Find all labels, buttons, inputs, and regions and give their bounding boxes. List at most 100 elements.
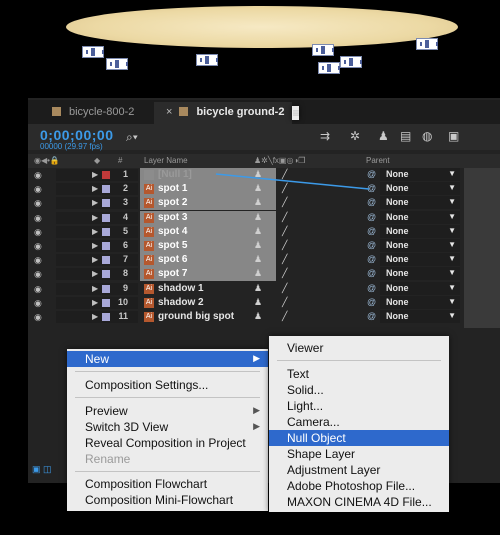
menu-item-composition-flowchart[interactable]: Composition Flowchart	[67, 476, 268, 492]
shy-switch-icon[interactable]: ♟	[254, 254, 262, 265]
layer-row[interactable]: ◉ ▶ 3 Ai spot 2 ♟ ╱ @ None ▼	[28, 196, 500, 211]
tab-menu-icon[interactable]: ≡	[292, 106, 300, 120]
layer-handle-marker[interactable]	[416, 38, 438, 50]
expand-triangle-icon[interactable]: ▶	[92, 213, 98, 222]
expand-triangle-icon[interactable]: ▶	[92, 241, 98, 250]
layer-handle-marker[interactable]	[318, 62, 340, 74]
eye-icon[interactable]: ◉	[34, 170, 44, 180]
tab-bicycle-800-2[interactable]: bicycle-800-2	[40, 102, 142, 124]
quality-switch-icon[interactable]: ╱	[282, 197, 287, 208]
parent-dropdown[interactable]: None ▼	[380, 295, 460, 309]
expand-triangle-icon[interactable]: ▶	[92, 269, 98, 278]
quality-switch-icon[interactable]: ╱	[282, 254, 287, 265]
comp-flowchart-icon[interactable]: ⇉	[320, 129, 330, 143]
menu-item-cinema4d-file[interactable]: MAXON CINEMA 4D File...	[269, 494, 449, 510]
shy-switch-icon[interactable]: ♟	[254, 283, 262, 294]
shy-switch-icon[interactable]: ♟	[254, 169, 262, 180]
pickwhip-icon[interactable]: @	[367, 240, 376, 250]
parent-dropdown[interactable]: None ▼	[380, 182, 460, 196]
menu-item-shape-layer[interactable]: Shape Layer	[269, 446, 449, 462]
layer-row[interactable]: ◉ ▶ 4 Ai spot 3 ♟ ╱ @ None ▼	[28, 210, 500, 225]
layer-handle-marker[interactable]	[106, 58, 128, 70]
pickwhip-icon[interactable]: @	[367, 197, 376, 207]
pickwhip-icon[interactable]: @	[367, 254, 376, 264]
layer-handle-marker[interactable]	[82, 46, 104, 58]
parent-dropdown[interactable]: None ▼	[380, 210, 460, 224]
expand-triangle-icon[interactable]: ▶	[92, 298, 98, 307]
shy-switch-icon[interactable]: ♟	[254, 226, 262, 237]
eye-icon[interactable]: ◉	[34, 227, 44, 237]
menu-item-solid[interactable]: Solid...	[269, 382, 449, 398]
layer-name[interactable]: spot 2	[158, 197, 187, 208]
parent-dropdown[interactable]: None ▼	[380, 238, 460, 252]
shy-switch-icon[interactable]: ♟	[254, 240, 262, 251]
quality-switch-icon[interactable]: ╱	[282, 240, 287, 251]
eye-icon[interactable]: ◉	[34, 213, 44, 223]
close-icon[interactable]: ×	[166, 106, 172, 118]
layer-row[interactable]: ◉ ▶ 8 Ai spot 7 ♟ ╱ @ None ▼	[28, 267, 500, 282]
shy-switch-icon[interactable]: ♟	[254, 212, 262, 223]
menu-item-composition-mini-flowchart[interactable]: Composition Mini-Flowchart	[67, 492, 268, 508]
parent-dropdown[interactable]: None ▼	[380, 281, 460, 295]
eye-icon[interactable]: ◉	[34, 198, 44, 208]
layer-row[interactable]: ◉ ▶ 11 Ai ground big spot ♟ ╱ @ None ▼	[28, 309, 500, 324]
layer-name[interactable]: spot 1	[158, 183, 187, 194]
menu-item-switch-3d-view[interactable]: Switch 3D View ▶	[67, 419, 268, 435]
layer-row[interactable]: ◉ ▶ 2 Ai spot 1 ♟ ╱ @ None ▼	[28, 182, 500, 197]
quality-switch-icon[interactable]: ╱	[282, 169, 287, 180]
layer-handle-marker[interactable]	[196, 54, 218, 66]
layer-name[interactable]: spot 4	[158, 226, 187, 237]
eye-icon[interactable]: ◉	[34, 255, 44, 265]
parent-header[interactable]: Parent	[366, 156, 390, 165]
layer-name[interactable]: spot 3	[158, 212, 187, 223]
motion-blur-icon[interactable]: ◍	[422, 129, 432, 143]
quality-switch-icon[interactable]: ╱	[282, 283, 287, 294]
shy-switch-icon[interactable]: ♟	[254, 197, 262, 208]
footer-icons[interactable]: ▣ ◫	[32, 464, 52, 475]
pickwhip-icon[interactable]: @	[367, 212, 376, 222]
draft-3d-icon[interactable]: ✲	[350, 129, 360, 143]
menu-item-composition-settings[interactable]: Composition Settings...	[67, 377, 268, 393]
quality-switch-icon[interactable]: ╱	[282, 268, 287, 279]
layer-handle-marker[interactable]	[312, 44, 334, 56]
quality-switch-icon[interactable]: ╱	[282, 311, 287, 322]
eye-icon[interactable]: ◉	[34, 312, 44, 322]
pickwhip-icon[interactable]: @	[367, 226, 376, 236]
menu-item-adjustment-layer[interactable]: Adjustment Layer	[269, 462, 449, 478]
menu-item-light[interactable]: Light...	[269, 398, 449, 414]
expand-triangle-icon[interactable]: ▶	[92, 227, 98, 236]
shy-layers-icon[interactable]: ♟	[378, 129, 389, 143]
composition-viewer[interactable]	[0, 0, 500, 98]
layer-row[interactable]: ◉ ▶ 1 [Null 1] ♟ ╱ @ None ▼	[28, 168, 500, 182]
layer-row[interactable]: ◉ ▶ 5 Ai spot 4 ♟ ╱ @ None ▼	[28, 224, 500, 239]
layer-name[interactable]: spot 6	[158, 254, 187, 265]
pickwhip-icon[interactable]: @	[367, 283, 376, 293]
tab-bicycle-ground-2[interactable]: × bicycle ground-2 ≡	[154, 102, 300, 124]
menu-item-camera[interactable]: Camera...	[269, 414, 449, 430]
parent-dropdown[interactable]: None ▼	[380, 196, 460, 210]
expand-triangle-icon[interactable]: ▶	[92, 284, 98, 293]
menu-item-text[interactable]: Text	[269, 366, 449, 382]
quality-switch-icon[interactable]: ╱	[282, 297, 287, 308]
shy-switch-icon[interactable]: ♟	[254, 183, 262, 194]
menu-item-viewer[interactable]: Viewer	[269, 340, 449, 356]
layer-row[interactable]: ◉ ▶ 10 Ai shadow 2 ♟ ╱ @ None ▼	[28, 295, 500, 310]
expand-triangle-icon[interactable]: ▶	[92, 184, 98, 193]
layer-name[interactable]: spot 5	[158, 240, 187, 251]
eye-icon[interactable]: ◉	[34, 241, 44, 251]
pickwhip-icon[interactable]: @	[367, 169, 376, 179]
eye-icon[interactable]: ◉	[34, 298, 44, 308]
pickwhip-icon[interactable]: @	[367, 268, 376, 278]
layer-name[interactable]: ground big spot	[158, 311, 234, 322]
eye-icon[interactable]: ◉	[34, 184, 44, 194]
parent-dropdown[interactable]: None ▼	[380, 253, 460, 267]
search-icon[interactable]: ⌕▾	[126, 130, 138, 145]
pickwhip-icon[interactable]: @	[367, 311, 376, 321]
layer-name[interactable]: [Null 1]	[158, 169, 192, 180]
layer-handle-marker[interactable]	[340, 56, 362, 68]
graph-editor-icon[interactable]: ▣	[448, 129, 459, 143]
quality-switch-icon[interactable]: ╱	[282, 183, 287, 194]
expand-triangle-icon[interactable]: ▶	[92, 255, 98, 264]
quality-switch-icon[interactable]: ╱	[282, 226, 287, 237]
parent-dropdown[interactable]: None ▼	[380, 267, 460, 281]
